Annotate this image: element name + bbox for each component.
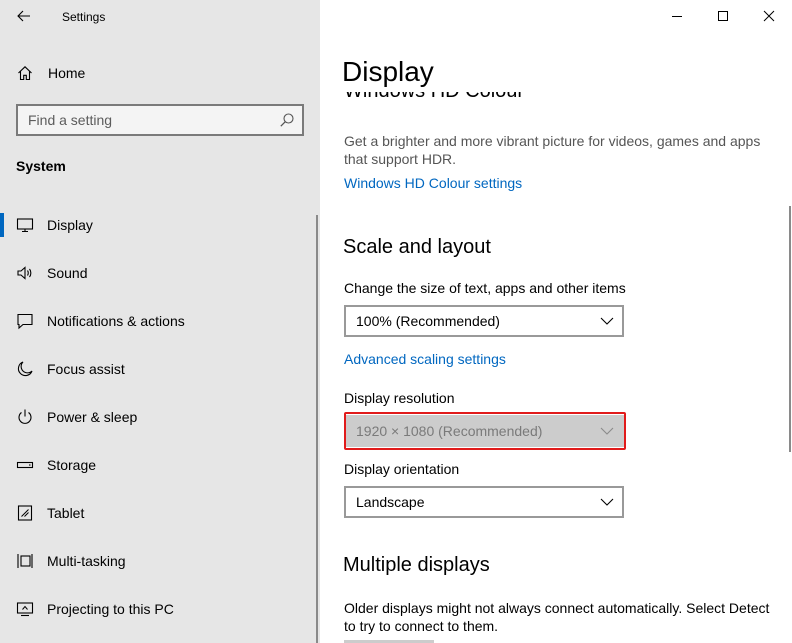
nav-list: Display Sound Notifications & actions Fo… — [0, 201, 316, 633]
maximize-icon — [718, 11, 728, 21]
speaker-icon — [17, 266, 32, 280]
sidebar-item-label: Storage — [47, 457, 97, 473]
multiple-displays-heading: Multiple displays — [343, 554, 490, 576]
sidebar: Settings Home Find a setting System Disp… — [0, 0, 320, 643]
multitasking-icon — [17, 554, 33, 568]
section-label-system: System — [16, 158, 66, 174]
main-scrollbar[interactable] — [789, 206, 791, 452]
sidebar-item-focus-assist[interactable]: Focus assist — [0, 345, 316, 393]
sidebar-item-sound[interactable]: Sound — [0, 249, 316, 297]
storage-icon — [16, 461, 34, 469]
search-placeholder: Find a setting — [28, 112, 113, 128]
home-nav-item[interactable]: Home — [0, 56, 320, 90]
minimize-button[interactable] — [654, 0, 700, 32]
power-icon — [18, 409, 32, 424]
display-resolution-label: Display resolution — [344, 390, 455, 406]
advanced-scaling-settings-link[interactable]: Advanced scaling settings — [344, 351, 506, 367]
sidebar-item-projecting[interactable]: Projecting to this PC — [0, 585, 316, 633]
sidebar-item-label: Display — [47, 217, 93, 233]
sidebar-item-label: Power & sleep — [47, 409, 138, 425]
sidebar-item-multitasking[interactable]: Multi-tasking — [0, 537, 316, 585]
app-title: Settings — [62, 10, 106, 24]
sidebar-item-label: Tablet — [47, 505, 85, 521]
main-content: Windows HD Colour Display Get a brighter… — [320, 0, 792, 643]
chevron-down-icon — [600, 427, 614, 435]
scale-dropdown-value: 100% (Recommended) — [356, 313, 500, 329]
window-controls — [654, 0, 792, 32]
orientation-dropdown[interactable]: Landscape — [344, 486, 624, 518]
text-size-label: Change the size of text, apps and other … — [344, 280, 626, 296]
maximize-button[interactable] — [700, 0, 746, 32]
sidebar-item-label: Multi-tasking — [47, 553, 126, 569]
chevron-down-icon — [600, 498, 614, 506]
multiple-displays-description: Older displays might not always connect … — [344, 600, 770, 634]
projecting-icon — [16, 602, 34, 617]
sidebar-item-tablet[interactable]: Tablet — [0, 489, 316, 537]
hd-colour-description: Get a brighter and more vibrant picture … — [344, 133, 761, 167]
windows-hd-colour-settings-link[interactable]: Windows HD Colour settings — [344, 175, 522, 191]
orientation-dropdown-value: Landscape — [356, 494, 425, 510]
scale-layout-heading: Scale and layout — [343, 236, 491, 258]
sidebar-item-storage[interactable]: Storage — [0, 441, 316, 489]
notification-icon — [17, 313, 33, 330]
resolution-dropdown[interactable]: 1920 × 1080 (Recommended) — [344, 415, 624, 447]
back-button[interactable] — [10, 4, 38, 28]
home-icon — [18, 66, 32, 81]
monitor-icon — [16, 218, 34, 233]
resolution-dropdown-value: 1920 × 1080 (Recommended) — [356, 423, 543, 439]
search-input[interactable]: Find a setting — [16, 104, 304, 136]
home-label: Home — [48, 65, 86, 81]
sidebar-item-power-sleep[interactable]: Power & sleep — [0, 393, 316, 441]
sidebar-item-label: Focus assist — [47, 361, 125, 377]
sidebar-item-display[interactable]: Display — [0, 201, 316, 249]
sidebar-scrollbar[interactable] — [316, 215, 318, 643]
close-button[interactable] — [746, 0, 792, 32]
sidebar-item-label: Projecting to this PC — [47, 601, 174, 617]
close-icon — [763, 10, 775, 22]
sidebar-item-label: Notifications & actions — [47, 313, 185, 329]
chevron-down-icon — [600, 317, 614, 325]
back-arrow-icon — [17, 10, 30, 22]
scale-dropdown[interactable]: 100% (Recommended) — [344, 305, 624, 337]
tablet-icon — [17, 505, 33, 521]
sidebar-item-label: Sound — [47, 265, 88, 281]
sidebar-item-notifications[interactable]: Notifications & actions — [0, 297, 316, 345]
search-icon — [280, 113, 294, 127]
moon-icon — [17, 361, 33, 377]
page-title: Display — [342, 56, 444, 88]
minimize-icon — [672, 16, 682, 17]
title-bar: Settings — [0, 0, 320, 34]
display-orientation-label: Display orientation — [344, 461, 460, 477]
